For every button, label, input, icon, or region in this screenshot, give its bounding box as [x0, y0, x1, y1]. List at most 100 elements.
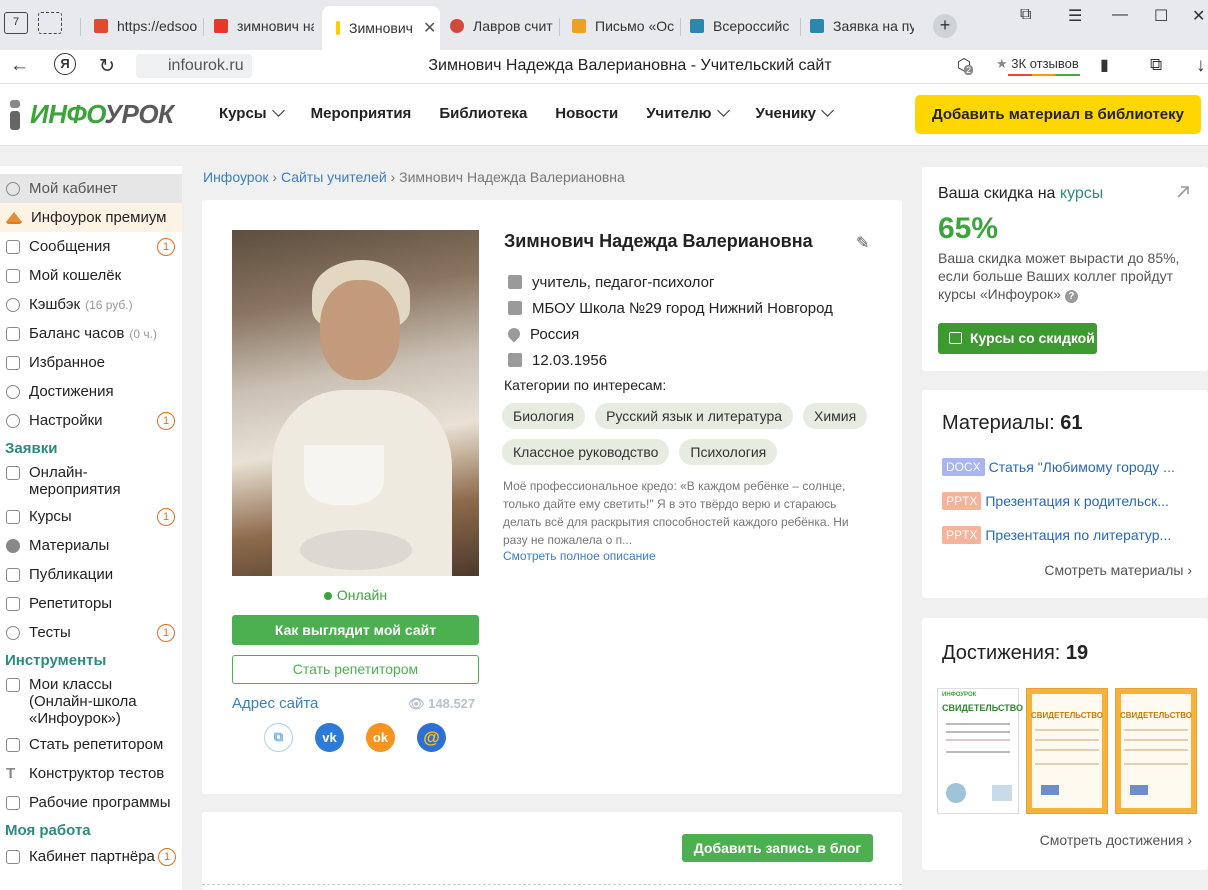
- certificate-thumbnail[interactable]: СВИДЕТЕЛЬСТВО: [1115, 688, 1197, 814]
- add-blog-post-button[interactable]: Добавить запись в блог: [682, 834, 873, 862]
- material-row[interactable]: DOCX Статья "Любимому городу ...: [942, 458, 1175, 476]
- new-tab-button[interactable]: +: [933, 14, 957, 38]
- logo[interactable]: ИНФОУРОК: [6, 99, 174, 130]
- sidebar-item-become-tutor[interactable]: Стать репетитором: [0, 730, 182, 759]
- material-link[interactable]: Презентация к родительск...: [985, 493, 1169, 509]
- discount-card: Ваша скидка на курсы 65% Ваша скидка мож…: [922, 167, 1208, 371]
- new-folder-icon[interactable]: [38, 12, 62, 34]
- sidebar-item-premium[interactable]: Инфоурок премиум: [0, 203, 182, 232]
- views-counter: 👁 148.527: [408, 696, 475, 712]
- close-tab-icon[interactable]: ✕: [423, 18, 436, 38]
- site-address-link[interactable]: Адрес сайта: [232, 695, 318, 712]
- star-icon: [6, 538, 20, 553]
- tab-label: Зимнович: [349, 20, 413, 36]
- material-row[interactable]: PPTX Презентация к родительск...: [942, 492, 1169, 510]
- sidebar-item-tests[interactable]: Тесты 1: [0, 618, 182, 647]
- certificate-thumbnail[interactable]: ИНФОУРОК СВИДЕТЕЛЬСТВО: [937, 688, 1023, 814]
- sidebar-item-classes[interactable]: Мои классы (Онлайн-школа «Инфоурок»): [0, 672, 182, 730]
- category-chip[interactable]: Психология: [679, 439, 778, 465]
- material-link[interactable]: Презентация по литератур...: [985, 527, 1171, 543]
- mail-ru-icon[interactable]: @: [417, 723, 446, 752]
- nav-student[interactable]: Ученику: [756, 104, 834, 122]
- yandex-home-icon[interactable]: Я: [54, 53, 76, 75]
- sidebar-item-hours[interactable]: Баланс часов (0 ч.): [0, 319, 182, 348]
- blog-card: Добавить запись в блог: [202, 812, 902, 890]
- nav-events[interactable]: Мероприятия: [311, 105, 412, 122]
- nav-library[interactable]: Библиотека: [439, 105, 527, 122]
- achievements-count: 19: [1065, 642, 1089, 664]
- material-row[interactable]: PPTX Презентация по литератур...: [942, 526, 1171, 544]
- browser-tab-2[interactable]: зимнович на: [214, 10, 314, 42]
- sidebar-item-materials[interactable]: Материалы: [0, 531, 182, 560]
- sidebar-item-wallet[interactable]: Мой кошелёк: [0, 261, 182, 290]
- sidebar-item-cashback[interactable]: Кэшбэк (16 руб.): [0, 290, 182, 319]
- sidebar-item-publications[interactable]: Публикации: [0, 560, 182, 589]
- favicon-icon: [690, 19, 704, 33]
- external-arrow-icon[interactable]: [1176, 185, 1190, 199]
- online-label: Онлайн: [336, 587, 388, 603]
- sidebar-item-tutors[interactable]: Репетиторы: [0, 589, 182, 618]
- sidebar-item-test-builder[interactable]: T Конструктор тестов: [0, 759, 182, 788]
- see-full-description-link[interactable]: Смотреть полное описание: [503, 549, 656, 563]
- see-materials-link[interactable]: Смотреть материалы ›: [1044, 562, 1192, 578]
- sidebar-item-settings[interactable]: Настройки 1: [0, 406, 182, 435]
- category-chip[interactable]: Классное руководство: [502, 439, 670, 465]
- certificate-title: СВИДЕТЕЛЬСТВО: [942, 703, 1023, 713]
- vk-icon[interactable]: vk: [315, 723, 344, 752]
- nav-news[interactable]: Новости: [555, 105, 618, 122]
- browser-menu-icon[interactable]: ☰: [1068, 6, 1082, 26]
- minimize-icon[interactable]: —: [1112, 6, 1128, 24]
- breadcrumb-home[interactable]: Инфоурок: [203, 169, 268, 185]
- sidebar-item-favorites[interactable]: Избранное: [0, 348, 182, 377]
- share-icon[interactable]: ⧉: [264, 723, 293, 752]
- sidebar-item-programs[interactable]: Рабочие программы: [0, 788, 182, 817]
- help-icon[interactable]: ?: [1064, 290, 1078, 303]
- sidebar-item-label: Онлайн-мероприятия: [29, 464, 121, 498]
- close-window-icon[interactable]: ✕: [1192, 6, 1205, 26]
- collections-icon[interactable]: ⧉: [1150, 55, 1162, 75]
- bookmark-icon[interactable]: ▮: [1100, 55, 1109, 75]
- browser-tab-1[interactable]: https://edsoo: [94, 10, 200, 42]
- reviews-link[interactable]: ★ 3К отзывов: [996, 56, 1080, 76]
- profile-card: Онлайн Как выглядит мой сайт Стать репет…: [202, 200, 902, 794]
- nav-label: Новости: [555, 105, 619, 122]
- browser-tab-7[interactable]: Заявка на пу: [810, 10, 914, 42]
- add-material-button[interactable]: Добавить материал в библиотеку: [915, 95, 1201, 134]
- category-chip[interactable]: Биология: [502, 403, 586, 429]
- sidebar-item-cabinet[interactable]: Мой кабинет: [0, 174, 182, 203]
- tab-counter-icon[interactable]: 7: [4, 12, 28, 34]
- discount-courses-button[interactable]: Курсы со скидкой: [938, 323, 1097, 354]
- location-pin-icon: [505, 325, 523, 343]
- url-field[interactable]: infourok.ru: [136, 54, 252, 78]
- profile-position: учитель, педагог-психолог: [508, 269, 833, 295]
- browser-tab-4[interactable]: Лавров счит: [450, 10, 554, 42]
- nav-courses[interactable]: Курсы: [219, 104, 285, 122]
- sidebar-item-online-events[interactable]: Онлайн-мероприятия: [0, 460, 182, 502]
- category-chip[interactable]: Химия: [803, 403, 868, 429]
- see-achievements-link[interactable]: Смотреть достижения ›: [1040, 832, 1192, 848]
- nav-teacher[interactable]: Учителю: [646, 104, 730, 122]
- category-chip[interactable]: Русский язык и литература: [595, 403, 794, 429]
- back-icon[interactable]: ←: [10, 55, 29, 77]
- sidebar-item-partner[interactable]: Кабинет партнёра 1: [0, 842, 182, 871]
- become-tutor-button[interactable]: Стать репетитором: [232, 655, 479, 684]
- browser-tab-6[interactable]: Всероссийс: [690, 10, 796, 42]
- discount-courses-link[interactable]: курсы: [1060, 185, 1103, 202]
- sidebar-item-messages[interactable]: Сообщения 1: [0, 232, 182, 261]
- sidebar-item-achievements[interactable]: Достижения: [0, 377, 182, 406]
- material-link[interactable]: Статья "Любимому городу ...: [989, 459, 1175, 475]
- browser-tab-active[interactable]: Зимнович ✕: [322, 6, 440, 50]
- sidebar-item-label: Рабочие программы: [29, 794, 171, 811]
- ok-icon[interactable]: ok: [366, 723, 395, 752]
- view-my-site-button[interactable]: Как выглядит мой сайт: [232, 615, 479, 645]
- breadcrumb-teacher-sites[interactable]: Сайты учителей: [281, 169, 387, 185]
- edit-pencil-icon[interactable]: ✎: [856, 233, 872, 252]
- tabs-menu-icon[interactable]: ⧉: [1020, 6, 1031, 24]
- browser-tab-5[interactable]: Письмо «Ос: [572, 10, 676, 42]
- reload-icon[interactable]: ↻: [99, 55, 115, 78]
- maximize-icon[interactable]: ☐: [1154, 6, 1168, 26]
- certificate-thumbnail[interactable]: СВИДЕТЕЛЬСТВО: [1026, 688, 1108, 814]
- sidebar-item-courses[interactable]: Курсы 1: [0, 502, 182, 531]
- sidebar-item-label: Материалы: [29, 537, 110, 554]
- download-icon[interactable]: ↓: [1196, 55, 1206, 77]
